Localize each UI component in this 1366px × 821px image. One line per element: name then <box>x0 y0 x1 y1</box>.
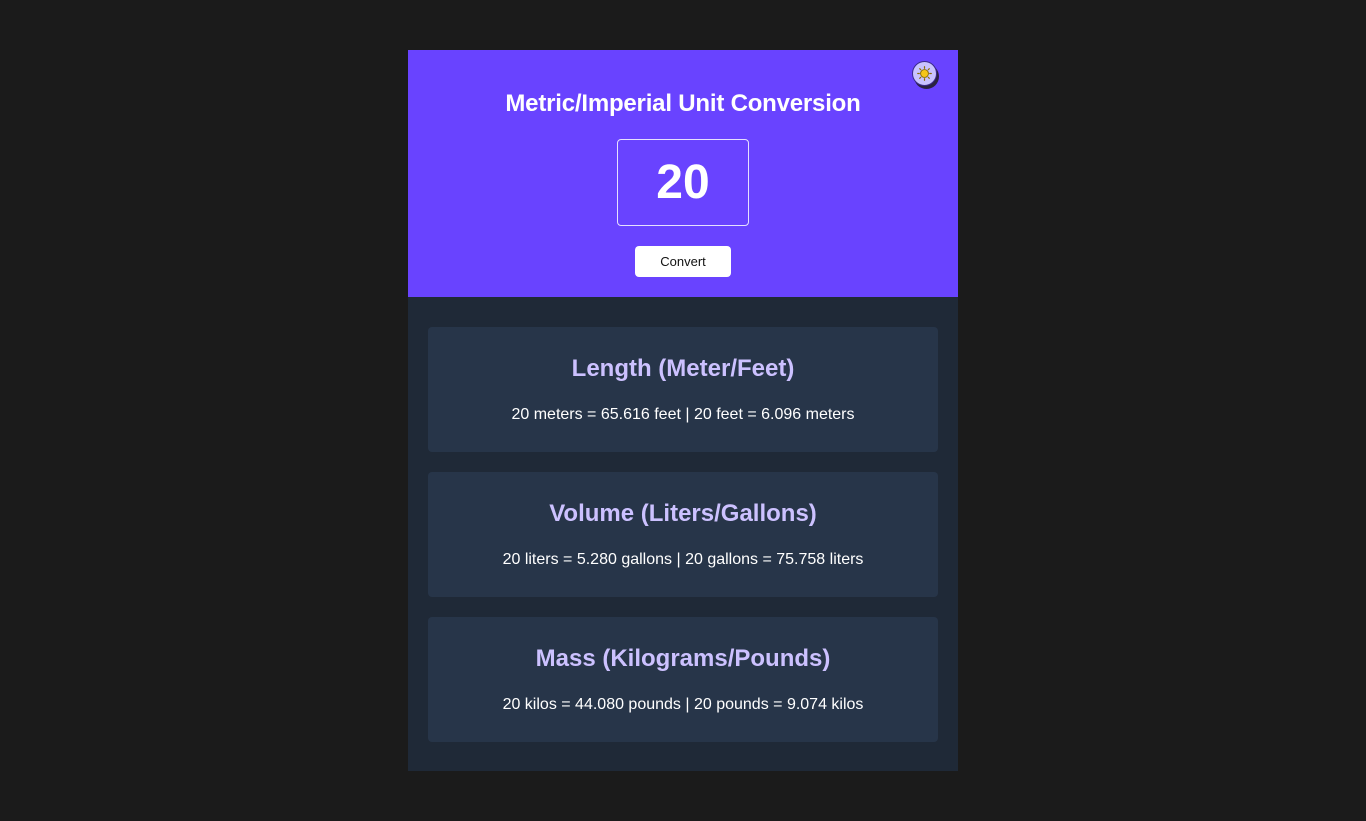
mass-title: Mass (Kilograms/Pounds) <box>535 645 831 672</box>
number-input[interactable] <box>617 139 749 226</box>
sun-icon <box>917 66 932 81</box>
convert-button[interactable]: Convert <box>635 246 731 277</box>
results-panel: Length (Meter/Feet) 20 meters = 65.616 f… <box>408 297 958 742</box>
mass-result: 20 kilos = 44.080 pounds | 20 pounds = 9… <box>502 696 864 713</box>
length-card: Length (Meter/Feet) 20 meters = 65.616 f… <box>428 327 938 452</box>
converter-app: Metric/Imperial Unit Conversion Convert … <box>408 50 958 771</box>
mass-card: Mass (Kilograms/Pounds) 20 kilos = 44.08… <box>428 617 938 742</box>
volume-result: 20 liters = 5.280 gallons | 20 gallons =… <box>502 551 864 568</box>
volume-card: Volume (Liters/Gallons) 20 liters = 5.28… <box>428 472 938 597</box>
header-panel: Metric/Imperial Unit Conversion Convert <box>408 50 958 297</box>
length-title: Length (Meter/Feet) <box>571 355 795 382</box>
length-result: 20 meters = 65.616 feet | 20 feet = 6.09… <box>511 406 855 423</box>
theme-toggle-button[interactable] <box>912 61 937 86</box>
page-title: Metric/Imperial Unit Conversion <box>505 90 861 117</box>
volume-title: Volume (Liters/Gallons) <box>549 500 817 527</box>
